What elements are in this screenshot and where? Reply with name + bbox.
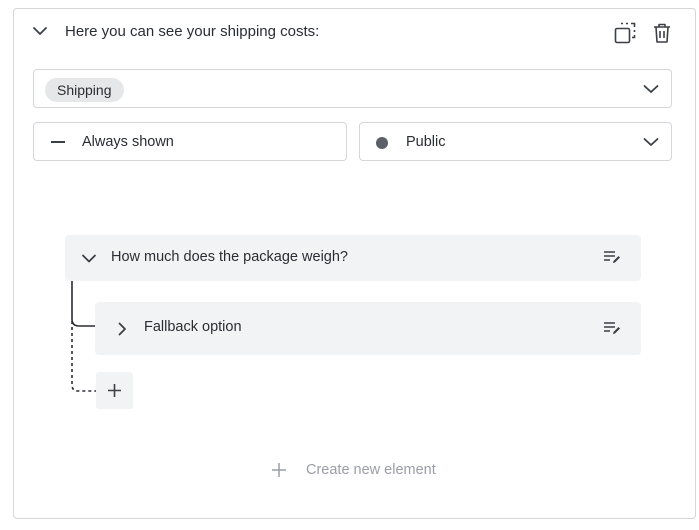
fallback-option-node[interactable]: Fallback option	[95, 302, 641, 355]
display-mode-field[interactable]: Always shown	[33, 122, 347, 161]
chevron-down-icon[interactable]	[32, 25, 48, 37]
category-select[interactable]: Shipping	[33, 69, 672, 108]
chevron-down-icon	[643, 138, 659, 146]
chevron-down-icon[interactable]	[81, 253, 97, 264]
create-new-element-label: Create new element	[306, 462, 436, 478]
plus-icon	[272, 463, 286, 477]
chevron-down-icon	[643, 85, 659, 93]
visibility-label: Public	[406, 134, 446, 150]
display-mode-label: Always shown	[82, 134, 174, 150]
edit-list-icon[interactable]	[603, 321, 621, 335]
minus-icon	[51, 141, 65, 143]
fallback-label: Fallback option	[144, 319, 242, 335]
duplicate-icon[interactable]	[614, 22, 636, 44]
plus-icon	[108, 384, 121, 397]
chevron-right-icon[interactable]	[117, 322, 127, 336]
visibility-select[interactable]: Public	[359, 122, 672, 161]
trash-icon[interactable]	[652, 22, 672, 44]
add-child-button[interactable]	[96, 372, 133, 409]
shipping-costs-card: Here you can see your shipping costs: Sh…	[13, 8, 696, 519]
question-label: How much does the package weigh?	[111, 249, 348, 265]
question-node[interactable]: How much does the package weigh?	[65, 235, 641, 281]
card-title: Here you can see your shipping costs:	[65, 23, 320, 40]
status-dot-icon	[376, 137, 388, 149]
edit-list-icon[interactable]	[603, 250, 621, 264]
category-tag[interactable]: Shipping	[45, 78, 124, 102]
card-header: Here you can see your shipping costs:	[14, 9, 695, 55]
